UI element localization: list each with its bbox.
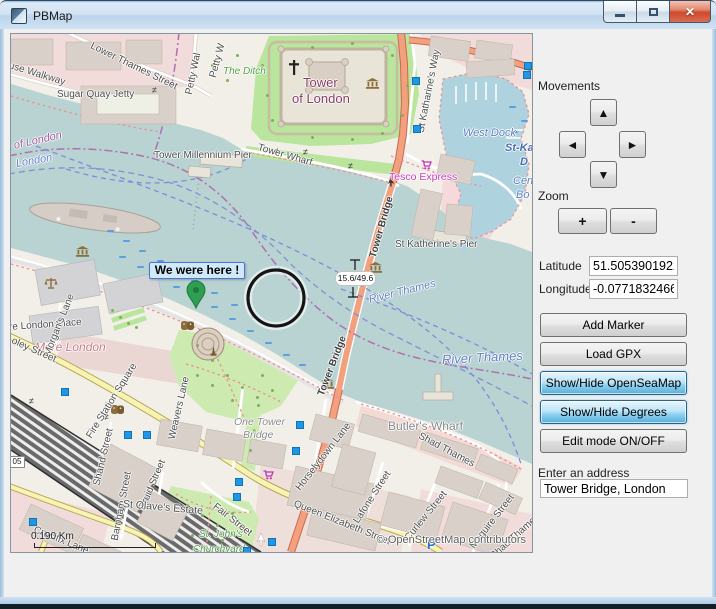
window-edge — [0, 604, 716, 609]
move-up-button[interactable]: ▲ — [590, 99, 617, 126]
zoom-label: Zoom — [538, 189, 569, 203]
window-title: PBMap — [33, 9, 72, 23]
address-input[interactable] — [540, 479, 688, 498]
map-view[interactable]: P≠≠≠≠≠≠ use WalkwayLower Thames StreetPe… — [10, 33, 533, 553]
close-icon: ✕ — [685, 5, 695, 19]
close-button[interactable]: ✕ — [670, 1, 711, 23]
show-hide-degrees-button[interactable]: Show/Hide Degrees — [540, 400, 687, 424]
edit-mode-on-off-button[interactable]: Edit mode ON/OFF — [540, 429, 687, 453]
map-scale-label: 0.190 Km — [31, 531, 74, 542]
longitude-label: Longitude — [539, 282, 592, 296]
app-window: PBMap ✕ — [0, 0, 716, 609]
map-attribution: © OpenStreetMap contributors — [377, 534, 526, 546]
map-scale-bar — [34, 543, 156, 548]
latitude-label: Latitude — [539, 259, 582, 273]
zoom-in-button[interactable]: + — [558, 208, 607, 234]
maximize-icon — [649, 8, 658, 16]
marker-tooltip: We were here ! — [149, 262, 245, 279]
latitude-input[interactable] — [589, 256, 678, 276]
show-hide-openseamap-button[interactable]: Show/Hide OpenSeaMap — [540, 371, 687, 395]
minimize-button[interactable] — [603, 1, 637, 23]
map-canvas — [11, 34, 532, 552]
move-down-button[interactable]: ▼ — [590, 161, 617, 188]
longitude-input[interactable] — [589, 279, 678, 299]
window-border-right — [712, 29, 716, 599]
titlebar[interactable]: PBMap ✕ — [0, 0, 716, 29]
movements-label: Movements — [538, 79, 600, 93]
address-label: Enter an address — [538, 466, 629, 480]
load-gpx-button[interactable]: Load GPX — [540, 342, 687, 366]
move-right-button[interactable]: ► — [619, 131, 646, 158]
zoom-out-button[interactable]: - — [610, 208, 657, 234]
road-ref-badge: 05 — [10, 456, 25, 468]
add-marker-button[interactable]: Add Marker — [540, 313, 687, 337]
move-left-button[interactable]: ◄ — [559, 131, 586, 158]
window-border-left — [0, 29, 4, 599]
maximize-button[interactable] — [637, 1, 670, 23]
minimize-icon — [615, 14, 625, 17]
app-icon — [11, 8, 27, 24]
bridge-clearance-label: 15.6/49.6 — [335, 271, 376, 286]
window-border-bottom — [0, 597, 716, 604]
